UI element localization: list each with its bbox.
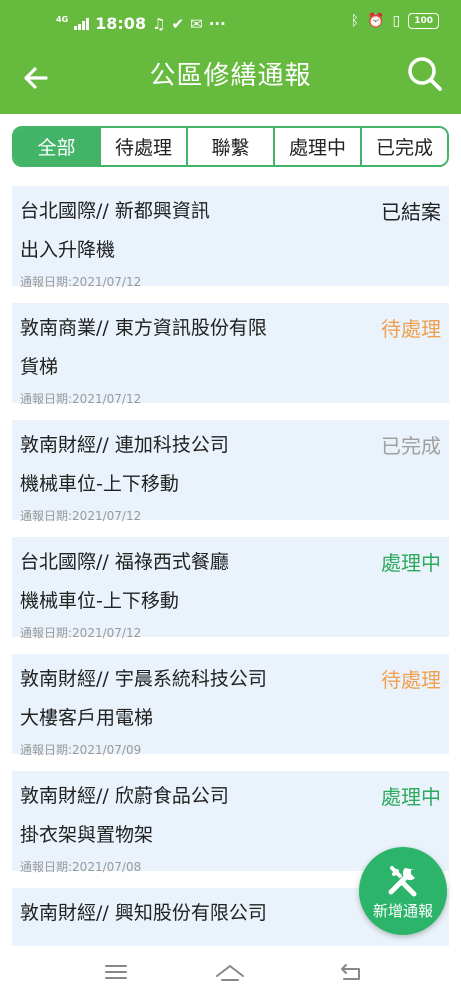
report-date: 通報日期:2021/07/12 <box>20 626 142 640</box>
add-report-button[interactable]: 新增通報 <box>359 847 447 935</box>
report-item[interactable]: 台北國際// 福祿西式餐廳 機械車位-上下移動 通報日期:2021/07/12 … <box>12 537 449 640</box>
back-nav-button[interactable] <box>334 958 366 986</box>
status-left: 4G 18:08 ♫ ✔ ✉ ··· <box>56 14 226 33</box>
status-badge: 已結案 <box>381 200 441 224</box>
page-title: 公區修繕通報 <box>149 61 312 91</box>
report-item[interactable]: 敦南商業// 東方資訊股份有限 貨梯 通報日期:2021/07/12 待處理 <box>12 303 449 406</box>
report-item[interactable]: 台北國際// 新都興資訊 出入升降機 通報日期:2021/07/12 已結案 <box>12 186 449 289</box>
home-button[interactable] <box>214 958 246 986</box>
report-location: 台北國際// 福祿西式餐廳 <box>20 551 229 573</box>
report-item[interactable]: 敦南財經// 宇晨系統科技公司 大樓客戶用電梯 通報日期:2021/07/09 … <box>12 654 449 757</box>
report-location: 台北國際// 新都興資訊 <box>20 200 210 222</box>
report-subject: 機械車位-上下移動 <box>20 590 179 612</box>
more-dots: ··· <box>208 14 226 33</box>
tools-icon <box>388 865 417 896</box>
check-clipboard-icon: ✔ <box>171 14 185 33</box>
report-location: 敦南財經// 宇晨系統科技公司 <box>20 668 267 690</box>
tab-processing[interactable]: 處理中 <box>273 128 360 165</box>
status-right: ᛒ ⏰ ▯ 100 <box>351 13 439 29</box>
status-badge: 待處理 <box>381 317 441 341</box>
tab-all[interactable]: 全部 <box>14 128 99 165</box>
alarm-icon: ⏰ <box>367 13 385 29</box>
status-badge: 已完成 <box>381 434 441 458</box>
search-button[interactable] <box>405 54 445 94</box>
signal-icon <box>74 17 90 30</box>
report-date: 通報日期:2021/07/09 <box>20 743 142 757</box>
tab-contact[interactable]: 聯繫 <box>186 128 273 165</box>
home-icon <box>216 965 244 981</box>
report-item[interactable]: 敦南財經// 連加科技公司 機械車位-上下移動 通報日期:2021/07/12 … <box>12 420 449 523</box>
report-location: 敦南財經// 欣蔚食品公司 <box>20 785 229 807</box>
report-date: 通報日期:2021/07/12 <box>20 275 142 289</box>
report-subject: 出入升降機 <box>20 239 116 261</box>
report-location: 敦南商業// 東方資訊股份有限 <box>20 317 267 339</box>
network-type: 4G <box>56 14 69 24</box>
add-report-label: 新增通報 <box>372 901 433 920</box>
status-badge: 處理中 <box>381 551 441 575</box>
status-filter-tabs: 全部 待處理 聯繫 處理中 已完成 <box>12 126 449 167</box>
clock-time: 18:08 <box>95 14 147 33</box>
bluetooth-icon: ᛒ <box>350 13 360 29</box>
report-subject: 貨梯 <box>20 356 59 378</box>
report-location: 敦南財經// 連加科技公司 <box>20 434 229 456</box>
vibrate-icon: ▯ <box>392 13 401 29</box>
tab-pending[interactable]: 待處理 <box>99 128 186 165</box>
report-date: 通報日期:2021/07/12 <box>20 392 142 406</box>
status-bar: 4G 18:08 ♫ ✔ ✉ ··· ᛒ ⏰ ▯ 100 <box>0 0 461 48</box>
music-note-icon: ♫ <box>152 14 166 33</box>
status-badge: 待處理 <box>381 668 441 692</box>
report-date: 通報日期:2021/07/08 <box>20 860 142 874</box>
app-header: 4G 18:08 ♫ ✔ ✉ ··· ᛒ ⏰ ▯ 100 公區修繕通報 <box>0 0 461 114</box>
menu-button[interactable] <box>100 958 132 986</box>
mail-icon: ✉ <box>190 14 203 33</box>
system-nav-bar <box>0 946 461 1000</box>
search-icon <box>408 57 442 91</box>
status-badge: 處理中 <box>381 785 441 809</box>
back-icon <box>341 964 360 980</box>
battery-icon: 100 <box>408 13 439 29</box>
tab-completed[interactable]: 已完成 <box>360 128 447 165</box>
report-subject: 機械車位-上下移動 <box>20 473 179 495</box>
report-subject: 大樓客戶用電梯 <box>20 707 154 729</box>
report-location: 敦南財經// 興知股份有限公司 <box>20 902 267 924</box>
report-subject: 掛衣架與置物架 <box>20 824 154 846</box>
menu-icon <box>105 965 127 979</box>
report-date: 通報日期:2021/07/12 <box>20 509 142 523</box>
